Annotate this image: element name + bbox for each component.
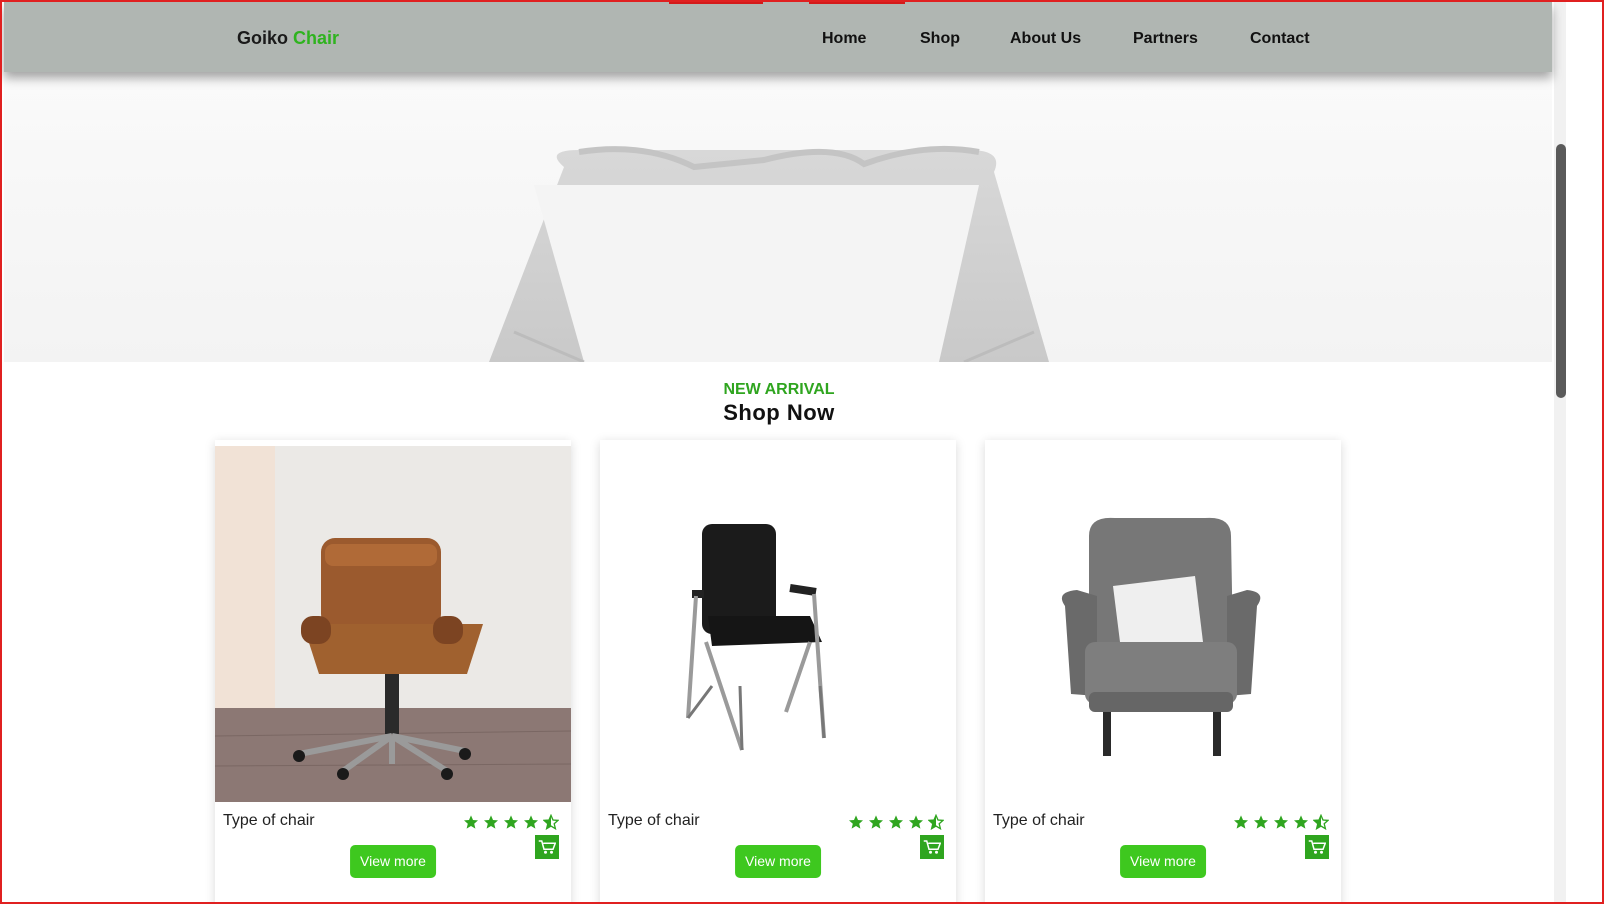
site-logo[interactable]: Goiko Chair xyxy=(237,28,339,49)
product-name: Type of chair xyxy=(993,812,1085,829)
cart-icon xyxy=(923,840,941,854)
scrollbar-thumb[interactable] xyxy=(1556,144,1566,398)
view-more-button[interactable]: View more xyxy=(735,845,821,878)
star-icon xyxy=(869,815,883,829)
star-icon xyxy=(484,815,498,829)
nav-contact[interactable]: Contact xyxy=(1250,30,1310,48)
half-star-icon xyxy=(543,814,559,830)
star-icon xyxy=(504,815,518,829)
half-star-icon xyxy=(1313,814,1329,830)
browser-viewport: Goiko Chair Home Shop About Us Partners … xyxy=(0,0,1604,904)
star-icon xyxy=(1254,815,1268,829)
hero-chair-image xyxy=(489,145,1049,362)
star-icon xyxy=(849,815,863,829)
star-icon xyxy=(1274,815,1288,829)
add-to-cart-button[interactable] xyxy=(1305,835,1329,859)
logo-text: Goiko xyxy=(237,28,289,48)
section-title: Shop Now xyxy=(723,400,835,425)
star-icon xyxy=(1234,815,1248,829)
star-icon xyxy=(909,815,923,829)
star-icon xyxy=(1294,815,1308,829)
page-scrollbar[interactable] xyxy=(1554,2,1566,902)
nav-shop[interactable]: Shop xyxy=(920,30,960,48)
cart-icon xyxy=(1308,840,1326,854)
product-image[interactable] xyxy=(985,446,1341,802)
nav-about-us[interactable]: About Us xyxy=(1010,30,1081,48)
header-accent-line xyxy=(669,2,763,4)
product-image[interactable] xyxy=(215,446,571,802)
product-image[interactable] xyxy=(600,446,956,802)
product-rating xyxy=(848,814,944,830)
site-header: Goiko Chair Home Shop About Us Partners … xyxy=(4,2,1552,72)
view-more-button[interactable]: View more xyxy=(350,845,436,878)
hero-banner xyxy=(4,72,1552,362)
product-name: Type of chair xyxy=(608,812,700,829)
add-to-cart-button[interactable] xyxy=(535,835,559,859)
header-accent-line xyxy=(809,2,905,4)
nav-partners[interactable]: Partners xyxy=(1133,30,1198,48)
star-icon xyxy=(889,815,903,829)
logo-accent-text: Chair xyxy=(293,28,340,48)
star-icon xyxy=(464,815,478,829)
product-card: Type of chair View more xyxy=(215,440,571,902)
half-star-icon xyxy=(928,814,944,830)
product-card: Type of chair View more xyxy=(600,440,956,902)
star-icon xyxy=(524,815,538,829)
cart-icon xyxy=(538,840,556,854)
product-card: Type of chair View more xyxy=(985,440,1341,902)
product-name: Type of chair xyxy=(223,812,315,829)
add-to-cart-button[interactable] xyxy=(920,835,944,859)
product-rating xyxy=(463,814,559,830)
product-rating xyxy=(1233,814,1329,830)
section-kicker: NEW ARRIVAL xyxy=(723,381,835,398)
nav-home[interactable]: Home xyxy=(822,30,866,48)
view-more-button[interactable]: View more xyxy=(1120,845,1206,878)
